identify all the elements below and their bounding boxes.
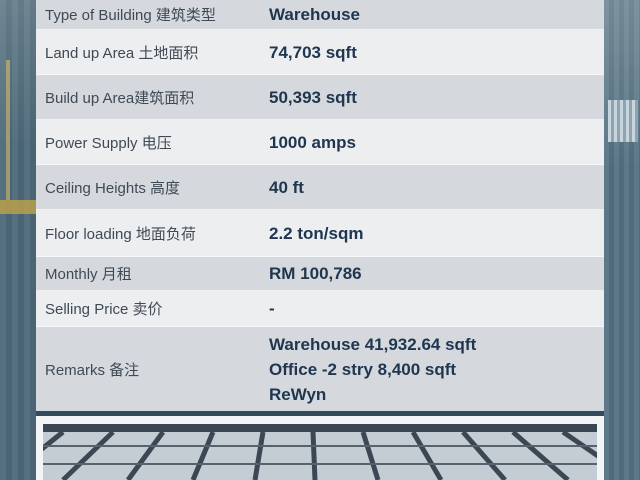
table-row-land-area: Land up Area 土地面积 74,703 sqft: [36, 30, 604, 75]
row-label: Monthly 月租: [45, 266, 132, 283]
property-details-table: Type of Building 建筑类型 Warehouse Land up …: [36, 0, 604, 411]
table-row-floor-loading: Floor loading 地面负荷 2.2 ton/sqm: [36, 210, 604, 257]
table-row-monthly-rent: Monthly 月租 RM 100,786: [36, 257, 604, 291]
table-row-build-area: Build up Area建筑面积 50,393 sqft: [36, 75, 604, 120]
row-value: 50,393 sqft: [269, 87, 357, 107]
row-value-multiline: Warehouse 41,932.64 sqft Office -2 stry …: [269, 332, 604, 407]
row-label: Build up Area建筑面积: [45, 89, 195, 107]
row-value: 1000 amps: [269, 132, 356, 152]
warehouse-photo-frame: [36, 416, 604, 480]
row-value: RM 100,786: [269, 264, 362, 283]
row-label: Land up Area 土地面积: [45, 44, 199, 62]
row-label: Power Supply 电压: [45, 134, 172, 152]
row-label: Type of Building 建筑类型: [45, 7, 216, 24]
row-label: Remarks 备注: [45, 361, 140, 379]
row-value: Warehouse: [269, 5, 361, 24]
row-label: Ceiling Heights 高度: [45, 179, 181, 197]
row-value: 74,703 sqft: [269, 42, 357, 62]
table-row-power-supply: Power Supply 电压 1000 amps: [36, 120, 604, 165]
background-warehouse-left: [0, 0, 36, 480]
row-label: Selling Price 卖价: [45, 301, 163, 318]
row-value: 40 ft: [269, 177, 304, 197]
row-label: Floor loading 地面负荷: [45, 225, 196, 243]
remarks-line: ReWyn: [269, 384, 327, 404]
table-row-remarks: Remarks 备注 Warehouse 41,932.64 sqft Offi…: [36, 327, 604, 411]
row-value: 2.2 ton/sqm: [269, 223, 364, 243]
table-row-selling-price: Selling Price 卖价 -: [36, 291, 604, 327]
table-row-ceiling-height: Ceiling Heights 高度 40 ft: [36, 165, 604, 210]
background-beam: [0, 200, 36, 214]
warehouse-roof-photo: [43, 424, 597, 480]
background-window: [608, 100, 638, 142]
background-beam: [6, 60, 10, 200]
row-value: -: [269, 299, 275, 318]
background-warehouse-right: [604, 0, 640, 480]
remarks-line: Warehouse 41,932.64 sqft: [269, 334, 477, 354]
remarks-line: Office -2 stry 8,400 sqft: [269, 359, 457, 379]
table-row-building-type: Type of Building 建筑类型 Warehouse: [36, 0, 604, 30]
